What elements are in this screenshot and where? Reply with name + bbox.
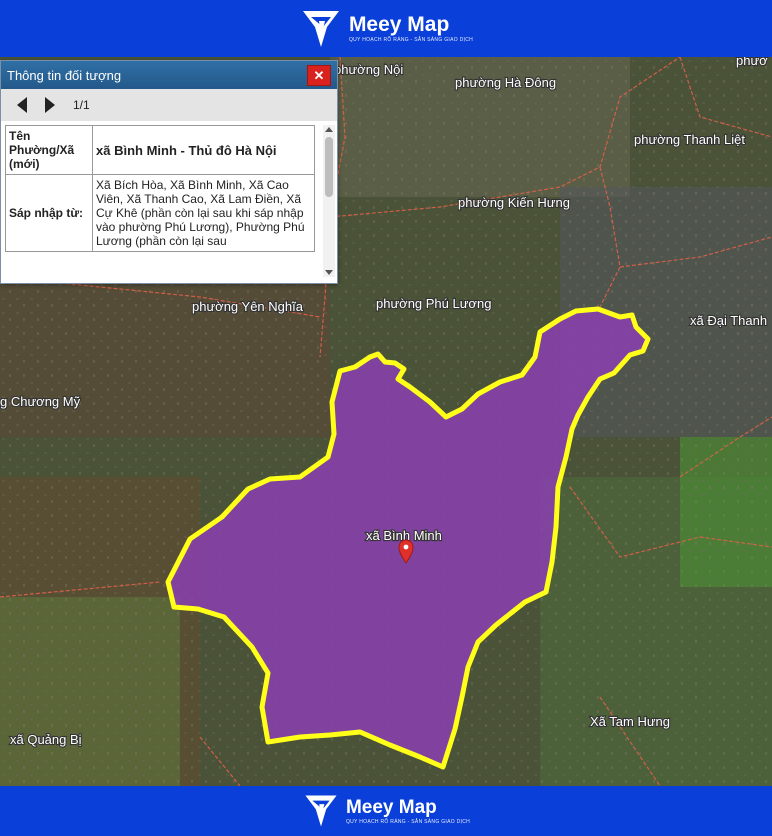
table-row: Tên Phường/Xã (mới) xã Bình Minh - Thủ đ… [5, 125, 315, 175]
pager: 1/1 [1, 89, 337, 121]
label-phuong-hanoi: phường Nội [334, 62, 403, 77]
panel-scrollbar[interactable] [323, 125, 335, 277]
panel-header: Thông tin đối tượng ✕ [1, 61, 337, 89]
brand-name: Meey Map [345, 796, 437, 818]
prev-arrow-icon[interactable] [17, 97, 27, 113]
top-brand-bar: Meey Map QUY HOẠCH RÕ RÀNG - SẴN SÀNG GI… [0, 0, 772, 57]
bottom-brand-bar: Meey Map QUY HOẠCH RÕ RÀNG - SẴN SÀNG GI… [0, 786, 772, 836]
brand-tagline: QUY HOẠCH RÕ RÀNG - SẴN SÀNG GIAO DỊCH [345, 818, 471, 825]
label-topright: phườ [736, 57, 768, 68]
label-phuong-phuluong: phường Phú Lương [376, 296, 491, 311]
label-phuong-hadong: phường Hà Đông [455, 75, 556, 90]
meey-logo-icon [305, 795, 337, 827]
close-button[interactable]: ✕ [307, 65, 331, 86]
label-phuong-thanhliet: phường Thanh Liệt [634, 132, 745, 147]
info-table-container[interactable]: Tên Phường/Xã (mới) xã Bình Minh - Thủ đ… [5, 125, 319, 277]
scroll-up-icon[interactable] [325, 127, 333, 132]
scroll-down-icon[interactable] [325, 270, 333, 275]
row-key: Sáp nhập từ: [5, 174, 93, 252]
label-phuong-yennghia: phường Yên Nghĩa [192, 299, 304, 314]
meey-logo-icon [302, 10, 339, 47]
label-phuong-kienhung: phường Kiến Hưng [458, 195, 570, 210]
row-value: Xã Bích Hòa, Xã Bình Minh, Xã Cao Viên, … [92, 174, 315, 252]
object-info-panel: Thông tin đối tượng ✕ 1/1 Tên Phường/Xã … [0, 60, 338, 284]
scroll-thumb[interactable] [325, 137, 333, 197]
brand-tagline: QUY HOẠCH RÕ RÀNG - SẴN SÀNG GIAO DỊCH [348, 37, 474, 43]
row-value: xã Bình Minh - Thủ đô Hà Nội [92, 125, 315, 175]
label-xa-daithanh: xã Đại Thanh [690, 313, 767, 328]
next-arrow-icon[interactable] [45, 97, 55, 113]
table-row: Sáp nhập từ: Xã Bích Hòa, Xã Bình Minh, … [5, 174, 315, 252]
panel-title: Thông tin đối tượng [7, 67, 122, 83]
brand-logo-bottom: Meey Map QUY HOẠCH RÕ RÀNG - SẴN SÀNG GI… [302, 792, 470, 830]
brand-logo: Meey Map QUY HOẠCH RÕ RÀNG - SẴN SÀNG GI… [299, 7, 473, 51]
label-xa-tamhung: Xã Tam Hưng [590, 714, 670, 729]
row-key: Tên Phường/Xã (mới) [5, 125, 93, 175]
pager-count: 1/1 [73, 98, 90, 112]
brand-name: Meey Map [348, 13, 450, 36]
close-icon: ✕ [313, 67, 325, 83]
label-xa-quangbi: xã Quảng Bị [10, 732, 82, 747]
label-chuongmy: g Chương Mỹ [0, 394, 81, 409]
info-table: Tên Phường/Xã (mới) xã Bình Minh - Thủ đ… [5, 125, 315, 252]
